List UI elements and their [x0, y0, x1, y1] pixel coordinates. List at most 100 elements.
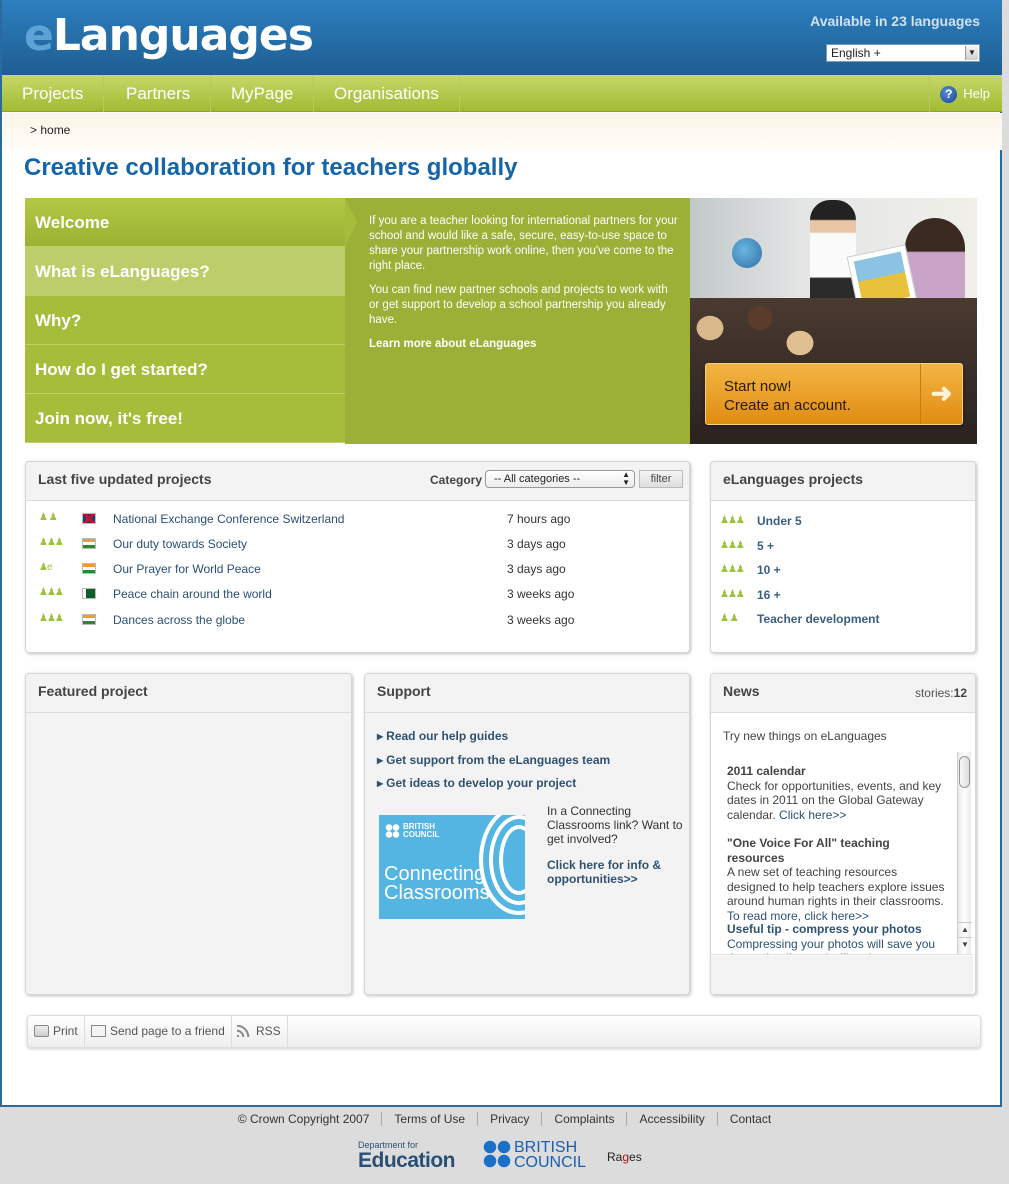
project-link[interactable]: Peace chain around the world — [113, 587, 272, 601]
project-category-item[interactable]: ♟♟♟ 5 + — [711, 537, 971, 557]
hero-section: Welcome What is eLanguages? Why? How do … — [25, 198, 977, 444]
help-guides-link[interactable]: ▶ Read our help guides — [377, 729, 508, 743]
partner-count-icon: ♟ ♟ — [39, 512, 58, 523]
department-for-education-logo[interactable]: Department for Education — [358, 1140, 456, 1172]
bullet-arrow-icon: ▶ — [377, 779, 384, 788]
hero-menu-why[interactable]: Why? — [25, 296, 345, 345]
panel-title: Support — [377, 683, 431, 699]
news-title[interactable]: Useful tip - compress your photos — [727, 922, 949, 937]
hero-paragraph: If you are a teacher looking for interna… — [369, 215, 678, 272]
british-council-footer-logo[interactable]: BRITISH COUNCIL — [483, 1140, 586, 1171]
page-container: eLanguages Available in 23 languages Eng… — [0, 0, 1002, 1107]
group-icon: ♟♟♟ — [720, 540, 745, 551]
project-category-item[interactable]: ♟♟♟ 10 + — [711, 561, 971, 581]
accessibility-link[interactable]: Accessibility — [626, 1112, 716, 1126]
news-item: "One Voice For All" teaching resources A… — [727, 836, 949, 923]
rss-button[interactable]: RSS — [231, 1016, 288, 1047]
hero-menu-welcome[interactable]: Welcome — [25, 198, 345, 247]
active-pointer-arrow — [345, 198, 357, 246]
language-select-value: English + — [831, 46, 881, 60]
partner-count-icon: ♟♟♟ — [39, 587, 64, 598]
news-body: A new set of teaching resources designed… — [727, 865, 945, 908]
project-row: ♟♟♟ Our duty towards Society 3 days ago — [26, 535, 686, 555]
project-category-item[interactable]: ♟♟♟ Under 5 — [711, 512, 971, 532]
news-title[interactable]: 2011 calendar — [727, 764, 949, 779]
support-team-link[interactable]: ▶ Get support from the eLanguages team — [377, 753, 610, 767]
stories-count: stories:12 — [914, 686, 967, 700]
arrow-right-icon: ➜ — [920, 364, 962, 424]
nav-item-organisations[interactable]: Organisations — [314, 75, 460, 112]
footer-links: © Crown Copyright 2007 Terms of Use Privac… — [0, 1112, 1009, 1126]
partner-count-icon: ♟♟♟ — [39, 537, 64, 548]
breadcrumb-bar: > home — [2, 113, 1002, 150]
page-title: Creative collaboration for teachers glob… — [24, 154, 518, 181]
copyright-text: © Crown Copyright 2007 — [237, 1112, 370, 1126]
nav-item-partners[interactable]: Partners — [106, 75, 212, 112]
help-label: Help — [963, 86, 990, 101]
scroll-thumb[interactable] — [959, 756, 970, 788]
nav-item-mypage[interactable]: MyPage — [211, 75, 315, 112]
project-link[interactable]: Our Prayer for World Peace — [113, 562, 261, 576]
breadcrumb[interactable]: > home — [30, 123, 70, 137]
project-category-item[interactable]: ♟ ♟ Teacher development — [711, 610, 971, 630]
elanguages-logo[interactable]: eLanguages — [24, 10, 314, 61]
news-intro: Try new things on eLanguages — [723, 729, 887, 743]
group-icon: ♟♟♟ — [720, 564, 745, 575]
scroll-down-icon[interactable]: ▼ — [958, 937, 972, 951]
hero-menu-get-started[interactable]: How do I get started? — [25, 345, 345, 394]
photo-globe — [732, 238, 762, 268]
project-updated-time: 3 days ago — [507, 562, 566, 576]
complaints-link[interactable]: Complaints — [541, 1112, 626, 1126]
learn-more-link[interactable]: Learn more about eLanguages — [369, 337, 678, 352]
page-tools-bar: Print Send page to a friend RSS — [27, 1015, 981, 1048]
project-link[interactable]: National Exchange Conference Switzerland — [113, 512, 344, 526]
uk-flag-icon — [82, 513, 96, 524]
send-to-friend-button[interactable]: Send page to a friend — [85, 1016, 232, 1047]
last-projects-panel: Last five updated projects Category -- A… — [25, 461, 690, 653]
bullet-arrow-icon: ▶ — [377, 732, 384, 741]
news-link[interactable]: Click here>> — [779, 808, 846, 822]
scroll-up-icon[interactable]: ▲ — [958, 922, 972, 936]
hero-menu-what-is[interactable]: What is eLanguages? — [25, 247, 345, 296]
connecting-classrooms-banner[interactable]: BRITISH COUNCIL Connecting Classrooms — [379, 815, 525, 919]
nav-item-projects[interactable]: Projects — [2, 75, 105, 112]
project-updated-time: 7 hours ago — [507, 512, 571, 526]
filter-button[interactable]: filter — [639, 470, 683, 488]
project-updated-time: 3 weeks ago — [507, 613, 575, 627]
connecting-classrooms-text: In a Connecting Classrooms link? Want to… — [547, 804, 683, 846]
connecting-classrooms-link[interactable]: Click here for info & opportunities>> — [547, 858, 687, 886]
project-ideas-link[interactable]: ▶ Get ideas to develop your project — [377, 776, 576, 790]
news-title[interactable]: "One Voice For All" teaching resources — [727, 836, 949, 865]
news-scrollbar[interactable]: ▲ ▼ — [957, 752, 972, 954]
rss-icon — [237, 1025, 252, 1037]
hero-text: If you are a teacher looking for interna… — [345, 198, 690, 444]
print-icon — [34, 1025, 49, 1037]
language-select[interactable]: English + ▼ — [826, 44, 980, 62]
contact-link[interactable]: Contact — [716, 1112, 783, 1126]
india-flag-icon — [82, 563, 96, 574]
terms-link[interactable]: Terms of Use — [381, 1112, 477, 1126]
project-link[interactable]: Dances across the globe — [113, 613, 245, 627]
create-account-button[interactable]: Start now! Create an account. ➜ — [705, 363, 963, 425]
project-updated-time: 3 days ago — [507, 537, 566, 551]
chevron-down-icon: ▼ — [965, 46, 978, 60]
classroom-photo: Start now! Create an account. ➜ — [690, 198, 977, 444]
category-select[interactable]: -- All categories -- ▲ ▼ — [485, 470, 635, 488]
news-scroll-area[interactable]: 2011 calendar Check for opportunities, e… — [711, 752, 973, 955]
project-link[interactable]: Our duty towards Society — [113, 537, 247, 551]
category-label: Category — [430, 473, 483, 487]
help-link[interactable]: ? Help — [929, 75, 1002, 112]
group-icon: ♟♟♟ — [720, 515, 745, 526]
teacher-icon: ♟ ♟ — [720, 613, 739, 624]
project-category-item[interactable]: ♟♟♟ 16 + — [711, 586, 971, 606]
print-button[interactable]: Print — [28, 1016, 85, 1047]
group-icon: ♟♟♟ — [720, 589, 745, 600]
india-flag-icon — [82, 614, 96, 625]
elanguages-projects-panel: eLanguages projects ♟♟♟ Under 5 ♟♟♟ 5 + … — [710, 461, 976, 653]
project-row: ♟e Our Prayer for World Peace 3 days ago — [26, 560, 686, 580]
panel-title: News — [723, 683, 760, 699]
privacy-link[interactable]: Privacy — [477, 1112, 541, 1126]
news-link[interactable]: To read more, click here>> — [727, 909, 869, 923]
rages-logo[interactable]: Rages — [607, 1150, 642, 1164]
hero-menu-join-now[interactable]: Join now, it's free! — [25, 394, 345, 443]
